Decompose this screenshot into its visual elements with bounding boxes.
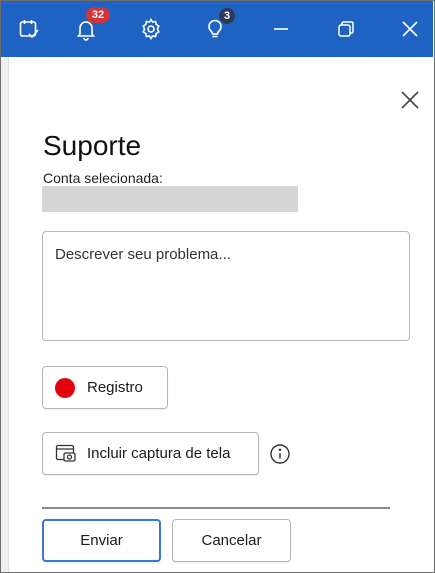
- send-button-label: Enviar: [80, 532, 123, 549]
- divider: [42, 507, 390, 509]
- title-bar: 32 3: [1, 1, 433, 57]
- include-screenshot-label: Incluir captura de tela: [87, 445, 231, 462]
- record-dot-icon: [55, 377, 75, 398]
- minimize-icon: [271, 19, 291, 39]
- settings-button[interactable]: [123, 1, 179, 57]
- include-screenshot-button[interactable]: Incluir captura de tela: [42, 432, 259, 475]
- tips-count-badge: 3: [219, 8, 235, 24]
- close-icon: [400, 90, 420, 115]
- record-button-label: Registro: [87, 379, 143, 396]
- cancel-button-label: Cancelar: [201, 532, 262, 549]
- cancel-button[interactable]: Cancelar: [172, 519, 291, 562]
- left-edge-strip: [1, 57, 9, 572]
- problem-description-input[interactable]: [42, 231, 410, 341]
- page-title: Suporte: [43, 130, 142, 161]
- notifications-button[interactable]: 32: [58, 1, 114, 57]
- tasks-button[interactable]: [1, 1, 57, 57]
- info-icon[interactable]: [269, 443, 291, 465]
- restore-button[interactable]: [318, 1, 374, 57]
- send-button[interactable]: Enviar: [42, 519, 161, 562]
- screenshot-icon: [55, 444, 77, 464]
- tasks-check-icon: [17, 17, 41, 41]
- restore-icon: [336, 19, 356, 39]
- close-icon: [400, 19, 420, 39]
- window-close-button[interactable]: [382, 1, 435, 57]
- panel-close-button[interactable]: [398, 90, 422, 114]
- account-value-redacted: [42, 186, 298, 212]
- account-label: Conta selecionada:: [43, 170, 163, 186]
- tips-button[interactable]: 3: [187, 1, 243, 57]
- minimize-button[interactable]: [253, 1, 309, 57]
- record-button[interactable]: Registro: [42, 366, 168, 409]
- notifications-count-badge: 32: [86, 7, 110, 23]
- gear-icon: [139, 17, 163, 41]
